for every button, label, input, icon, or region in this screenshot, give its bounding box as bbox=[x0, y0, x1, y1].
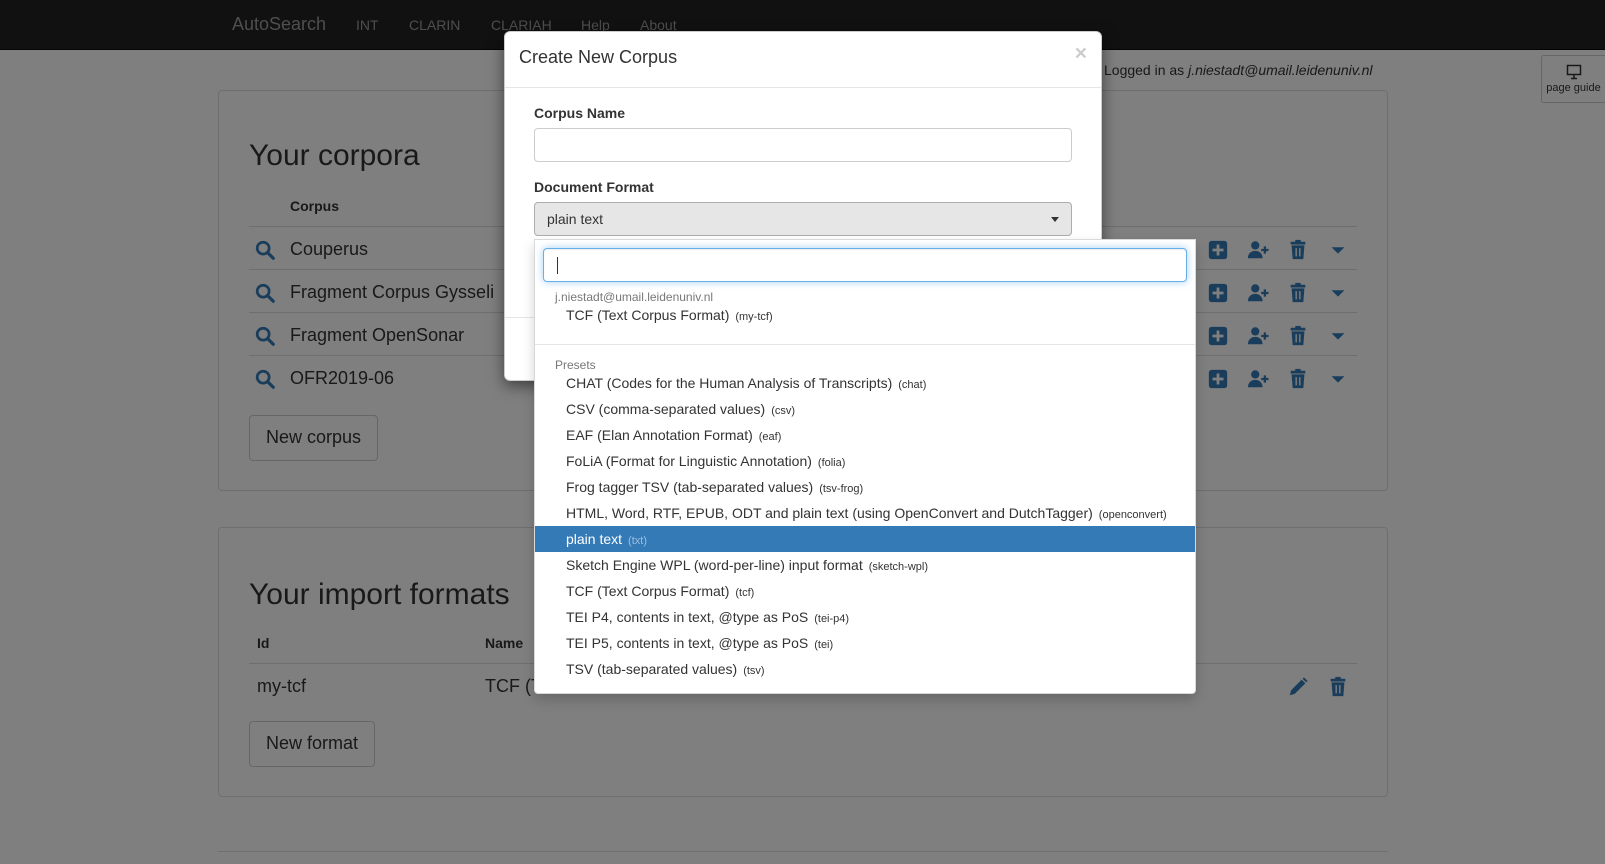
dropdown-option[interactable]: TCF (Text Corpus Format) (my-tcf) bbox=[535, 302, 1195, 328]
format-dropdown-menu: j.niestadt@umail.leidenuniv.nl TCF (Text… bbox=[534, 239, 1196, 694]
option-label: TCF (Text Corpus Format) bbox=[566, 583, 730, 599]
option-label: TCF (Text Corpus Format) bbox=[566, 307, 730, 323]
option-label: Frog tagger TSV (tab-separated values) bbox=[566, 479, 814, 495]
dropdown-option[interactable]: FoLiA (Format for Linguistic Annotation)… bbox=[535, 448, 1195, 474]
dropdown-option[interactable]: TEI P4, contents in text, @type as PoS (t… bbox=[535, 604, 1195, 630]
dropdown-option[interactable]: TCF (Text Corpus Format) (tcf) bbox=[535, 578, 1195, 604]
dropdown-option[interactable]: Frog tagger TSV (tab-separated values) (t… bbox=[535, 474, 1195, 500]
option-id: (folia) bbox=[817, 457, 846, 469]
modal-title: Create New Corpus bbox=[519, 47, 678, 67]
modal-header-divider bbox=[505, 87, 1101, 88]
dropdown-option[interactable]: EAF (Elan Annotation Format) (eaf) bbox=[535, 422, 1195, 448]
dropdown-option[interactable]: TEI P5, contents in text, @type as PoS (t… bbox=[535, 630, 1195, 656]
format-search-input[interactable] bbox=[543, 248, 1187, 282]
document-format-label: Document Format bbox=[534, 179, 654, 195]
option-id: (sketch-wpl) bbox=[868, 561, 929, 573]
option-id: (tei-p4) bbox=[814, 613, 850, 625]
dropdown-option-selected[interactable]: plain text (txt) bbox=[535, 526, 1195, 552]
text-cursor bbox=[557, 257, 558, 274]
dropdown-option[interactable]: CHAT (Codes for the Human Analysis of Tr… bbox=[535, 370, 1195, 396]
option-label: CHAT (Codes for the Human Analysis of Tr… bbox=[566, 375, 893, 391]
option-label: Sketch Engine WPL (word-per-line) input … bbox=[566, 557, 863, 573]
option-label: TSV (tab-separated values) bbox=[566, 661, 738, 677]
selected-format: plain text bbox=[547, 211, 604, 227]
option-label: EAF (Elan Annotation Format) bbox=[566, 427, 753, 443]
option-id: (txt) bbox=[628, 535, 647, 547]
option-id: (chat) bbox=[898, 379, 927, 391]
option-label: CSV (comma-separated values) bbox=[566, 401, 766, 417]
chevron-down-icon bbox=[1051, 217, 1059, 222]
option-id: (tcf) bbox=[735, 587, 755, 599]
option-label: HTML, Word, RTF, EPUB, ODT and plain tex… bbox=[566, 505, 1093, 521]
option-id: (csv) bbox=[771, 405, 796, 417]
dropdown-divider bbox=[535, 344, 1195, 345]
document-format-select[interactable]: plain text bbox=[534, 202, 1072, 236]
option-label: TEI P5, contents in text, @type as PoS bbox=[566, 635, 809, 651]
dropdown-option[interactable]: CSV (comma-separated values) (csv) bbox=[535, 396, 1195, 422]
dropdown-option[interactable]: HTML, Word, RTF, EPUB, ODT and plain tex… bbox=[535, 500, 1195, 526]
corpus-name-input[interactable] bbox=[534, 128, 1072, 162]
option-id: (tsv-frog) bbox=[819, 483, 864, 495]
option-id: (my-tcf) bbox=[735, 311, 773, 323]
option-id: (eaf) bbox=[758, 431, 782, 443]
option-label: TEI P4, contents in text, @type as PoS bbox=[566, 609, 809, 625]
option-id: (openconvert) bbox=[1098, 509, 1167, 521]
option-id: (tsv) bbox=[743, 665, 765, 677]
dropdown-option[interactable]: Sketch Engine WPL (word-per-line) input … bbox=[535, 552, 1195, 578]
dropdown-option[interactable]: TSV (tab-separated values) (tsv) bbox=[535, 656, 1195, 682]
option-label: FoLiA (Format for Linguistic Annotation) bbox=[566, 453, 812, 469]
option-label: plain text bbox=[566, 531, 623, 547]
corpus-name-label: Corpus Name bbox=[534, 105, 626, 121]
option-id: (tei) bbox=[814, 639, 834, 651]
close-icon[interactable]: × bbox=[1075, 42, 1087, 66]
